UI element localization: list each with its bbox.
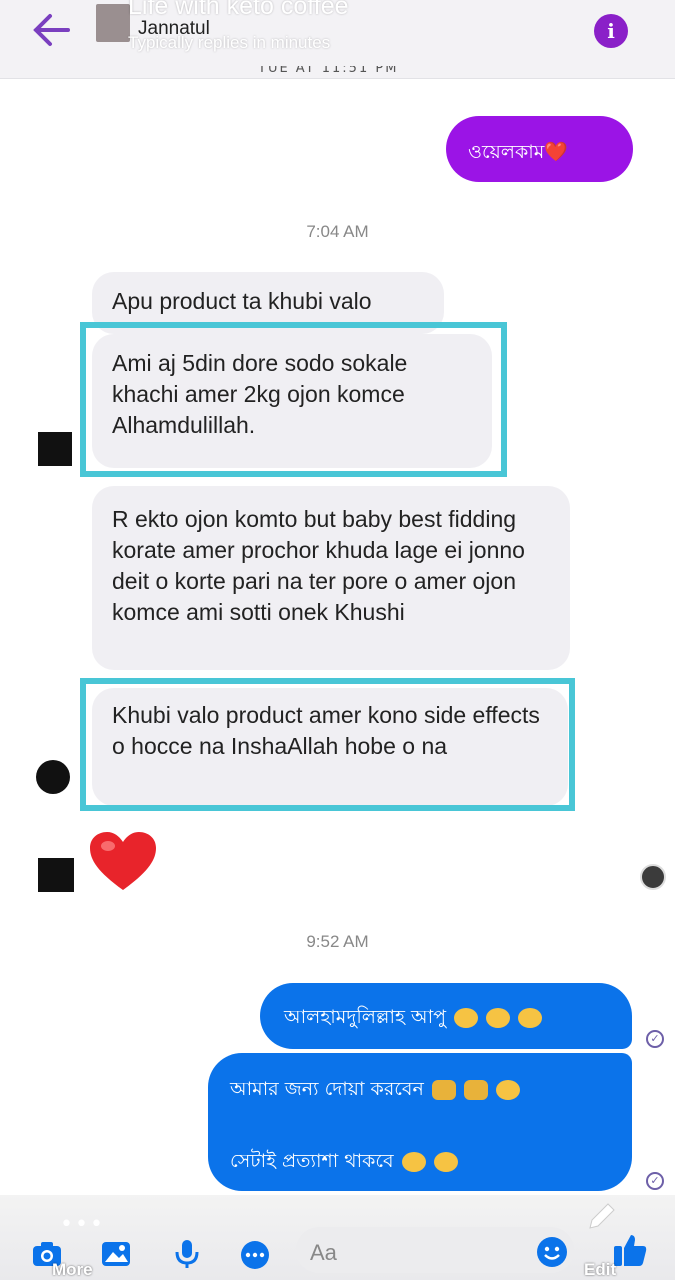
sent-message-content: আলহামদুলিল্লাহ আপু	[284, 1003, 543, 1035]
sent-message-text: আমার জন্য দোয়া করবেন	[230, 1078, 424, 1100]
smile-emoji-icon	[401, 1151, 426, 1172]
incoming-message-text: Apu product ta khubi valo	[112, 288, 372, 314]
message-input-placeholder: Aa	[310, 1240, 337, 1265]
sent-message-text: সেটাই প্রত্যাশা থাকবে	[230, 1150, 394, 1172]
timestamp: 7:04 AM	[306, 222, 369, 241]
heart-emoji-icon[interactable]	[88, 830, 158, 894]
timestamp: 9:52 AM	[306, 932, 369, 951]
highlight-box	[80, 322, 507, 477]
gallery-icon[interactable]	[101, 1240, 131, 1268]
sender-avatar[interactable]	[36, 760, 70, 794]
smile-emoji-icon	[433, 1151, 458, 1172]
hug-emoji-icon	[454, 1007, 479, 1028]
hug-emoji-icon	[495, 1079, 520, 1100]
info-button[interactable]: i	[594, 14, 628, 48]
incoming-message-text: R ekto ojon komto but baby best fidding …	[112, 506, 525, 625]
more-label[interactable]: More	[52, 1260, 93, 1280]
sent-message-text: আলহামদুলিল্লাহ আপু	[284, 1006, 447, 1028]
raised-hands-emoji-icon	[431, 1079, 456, 1100]
sender-avatar[interactable]	[38, 432, 72, 466]
delivered-check-icon: ✓	[646, 1172, 664, 1190]
message-input[interactable]	[296, 1227, 574, 1273]
highlight-box	[80, 678, 575, 811]
sent-message-text: ওয়েলকাম❤️	[468, 141, 568, 163]
sender-avatar[interactable]	[38, 858, 74, 892]
delivered-check-icon: ✓	[646, 1030, 664, 1048]
contact-avatar[interactable]	[96, 4, 130, 42]
edit-pencil-icon[interactable]	[584, 1200, 618, 1234]
sent-message-welcome[interactable]: ওয়েলকাম❤️	[446, 116, 633, 182]
emoji-icon[interactable]	[536, 1236, 567, 1267]
thumbs-up-icon[interactable]	[612, 1232, 647, 1266]
back-arrow-icon[interactable]	[28, 10, 72, 50]
sent-message-group[interactable]: আমার জন্য দোয়া করবেন সেটাই প্রত্যাশা থা…	[208, 1053, 632, 1191]
more-dots-icon[interactable]: •••	[60, 1212, 105, 1237]
incoming-message[interactable]: R ekto ojon komto but baby best fidding …	[92, 486, 570, 670]
seen-avatar	[640, 864, 666, 890]
chat-bubble-icon[interactable]	[238, 1240, 269, 1269]
overlay-reply-status: Typically replies in minutes	[128, 33, 331, 52]
edit-label[interactable]: Edit	[584, 1260, 616, 1280]
raised-hands-emoji-icon	[463, 1079, 488, 1100]
info-icon: i	[607, 19, 615, 43]
sent-message-content: সেটাই প্রত্যাশা থাকবে	[230, 1147, 458, 1179]
hug-emoji-icon	[518, 1007, 543, 1028]
cut-timestamp: TUE AT 11:51 PM	[258, 66, 399, 76]
hug-emoji-icon	[486, 1007, 511, 1028]
sent-message[interactable]: আলহামদুলিল্লাহ আপু	[260, 983, 632, 1049]
sent-message-content: আমার জন্য দোয়া করবেন	[230, 1075, 520, 1107]
microphone-icon[interactable]	[172, 1240, 202, 1268]
